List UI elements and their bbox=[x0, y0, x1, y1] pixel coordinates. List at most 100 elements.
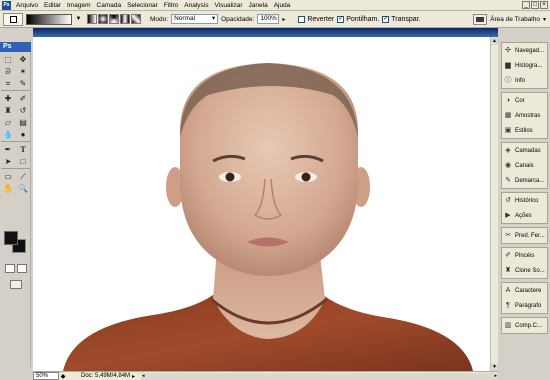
close-button[interactable]: × bbox=[540, 1, 548, 9]
lasso-tool-icon[interactable]: ᘐ bbox=[1, 66, 15, 77]
chevron-right-icon[interactable]: ▸ bbox=[132, 373, 135, 380]
screen-mode-icon[interactable] bbox=[10, 280, 22, 289]
menu-selecionar[interactable]: Selecionar bbox=[124, 0, 161, 11]
angle-gradient-button[interactable] bbox=[109, 14, 119, 24]
chevron-down-icon[interactable]: ▾ bbox=[543, 16, 546, 23]
hand-tool-icon[interactable]: ✋ bbox=[1, 183, 15, 194]
menu-filtro[interactable]: Filtro bbox=[161, 0, 181, 11]
panel-actions[interactable]: ▶ Ações bbox=[502, 208, 547, 223]
panel-color[interactable]: ◑ Cor bbox=[502, 93, 547, 108]
toolbox-logo[interactable]: Ps bbox=[0, 42, 31, 52]
foreground-color-swatch[interactable] bbox=[4, 231, 18, 245]
swatches-icon: ▦ bbox=[504, 111, 512, 119]
reflected-gradient-button[interactable] bbox=[120, 14, 130, 24]
panel-clone-source[interactable]: ♜ Clone So... bbox=[502, 263, 547, 278]
menu-camada[interactable]: Camada bbox=[94, 0, 125, 11]
quick-mask-icon[interactable] bbox=[17, 264, 27, 273]
scroll-down-icon[interactable]: ▼ bbox=[491, 363, 498, 371]
panel-paragraph[interactable]: ¶ Parágrafo bbox=[502, 298, 547, 313]
marquee-tool-icon[interactable]: ⬚ bbox=[1, 54, 15, 65]
dither-checkbox-box[interactable]: ✓ bbox=[337, 15, 345, 23]
panel-channels[interactable]: ◉ Canais bbox=[502, 158, 547, 173]
panel-history[interactable]: ↺ Histórico bbox=[502, 193, 547, 208]
panel-character[interactable]: A Caractere bbox=[502, 283, 547, 298]
panel-layer-comps[interactable]: ▥ Comp.C... bbox=[502, 318, 547, 333]
menu-visualizar[interactable]: Visualizar bbox=[211, 0, 245, 11]
move-tool-icon[interactable]: ✥ bbox=[16, 54, 30, 65]
clone-stamp-tool-icon[interactable]: ♜ bbox=[1, 105, 15, 116]
type-tool-icon[interactable]: T bbox=[16, 144, 30, 155]
blur-tool-icon[interactable]: 💧 bbox=[1, 129, 15, 140]
panel-histogram[interactable]: ▆ Histogra... bbox=[502, 58, 547, 73]
minimize-button[interactable]: _ bbox=[522, 1, 530, 9]
panel-tool-presets[interactable]: ✂ Pred. Fer... bbox=[502, 228, 547, 243]
status-menu-icon[interactable]: ◆ bbox=[59, 373, 67, 380]
palette-well-icon[interactable] bbox=[473, 14, 488, 25]
chevron-down-icon[interactable]: ▼ bbox=[75, 14, 82, 25]
vertical-scrollbar[interactable]: ▲ ▼ bbox=[490, 37, 498, 371]
reverse-checkbox-box[interactable] bbox=[298, 15, 306, 23]
options-bar: ▼ Modo: Normal ▾ Opacidade: 100% ▸ Rever… bbox=[0, 11, 550, 28]
reverse-checkbox[interactable]: Reverter bbox=[298, 15, 334, 23]
menu-editar[interactable]: Editar bbox=[41, 0, 64, 11]
pen-tool-icon[interactable]: ✒ bbox=[1, 144, 15, 155]
panel-swatches[interactable]: ▦ Amostras bbox=[502, 108, 547, 123]
scroll-left-icon[interactable]: ◂ bbox=[142, 373, 145, 380]
panel-styles[interactable]: ▣ Estilos bbox=[502, 123, 547, 138]
magic-wand-tool-icon[interactable]: ✶ bbox=[16, 66, 30, 77]
standard-mode-icon[interactable] bbox=[5, 264, 15, 273]
tool-preset-icon bbox=[9, 15, 17, 23]
notes-tool-icon[interactable]: ▭ bbox=[1, 171, 15, 182]
panel-label: Pincéis bbox=[515, 252, 535, 259]
brush-tool-icon[interactable]: ✐ bbox=[16, 93, 30, 104]
transparency-checkbox[interactable]: ✓ Transpar. bbox=[382, 15, 421, 23]
healing-brush-tool-icon[interactable]: ✚ bbox=[1, 93, 15, 104]
menu-janela[interactable]: Janela bbox=[246, 0, 271, 11]
menu-ajuda[interactable]: Ajuda bbox=[271, 0, 294, 11]
workspace-menu[interactable]: Área de Trabalho bbox=[490, 16, 540, 23]
panel-brushes[interactable]: ✐ Pincéis bbox=[502, 248, 547, 263]
tool-preset-picker[interactable] bbox=[3, 12, 23, 26]
radial-gradient-button[interactable] bbox=[98, 14, 108, 24]
document-titlebar[interactable] bbox=[33, 28, 498, 37]
diamond-gradient-button[interactable] bbox=[131, 14, 141, 24]
scroll-right-icon[interactable]: ▸ bbox=[494, 373, 497, 380]
linear-gradient-button[interactable] bbox=[87, 14, 97, 24]
panel-info[interactable]: ⓘ Info bbox=[502, 73, 547, 88]
photo bbox=[63, 63, 473, 371]
dither-checkbox[interactable]: ✓ Pontilham. bbox=[337, 15, 379, 23]
panel-group: ▥ Comp.C... bbox=[501, 317, 548, 334]
path-selection-tool-icon[interactable]: ➤ bbox=[1, 156, 15, 167]
zoom-field[interactable]: 50% bbox=[33, 372, 59, 380]
panel-label: Estilos bbox=[515, 127, 533, 134]
menu-arquivo[interactable]: Arquivo bbox=[13, 0, 41, 11]
transparency-checkbox-box[interactable]: ✓ bbox=[382, 15, 390, 23]
maximize-button[interactable]: □ bbox=[531, 1, 539, 9]
horizontal-scrollbar[interactable]: ◂ ▸ bbox=[141, 372, 498, 380]
mode-select[interactable]: Normal ▾ bbox=[171, 14, 219, 24]
canvas[interactable] bbox=[33, 37, 490, 371]
gradient-picker[interactable] bbox=[26, 13, 72, 25]
opacity-field[interactable]: 100% bbox=[257, 14, 280, 24]
menu-imagem[interactable]: Imagem bbox=[64, 0, 93, 11]
shape-tool-icon[interactable]: □ bbox=[16, 156, 30, 167]
gradient-tool-icon[interactable]: ▤ bbox=[16, 117, 30, 128]
dodge-tool-icon[interactable]: ● bbox=[16, 129, 30, 140]
panel-label: Navegad... bbox=[515, 47, 545, 54]
eyedropper-tool-icon[interactable]: ⟋ bbox=[16, 171, 30, 182]
chevron-right-icon[interactable]: ▸ bbox=[282, 16, 285, 23]
eraser-tool-icon[interactable]: ▱ bbox=[1, 117, 15, 128]
zoom-tool-icon[interactable]: 🔍 bbox=[16, 183, 30, 194]
panel-dock: ✣ Navegad... ▆ Histogra... ⓘ Info ◑ Cor ▦ Amo… bbox=[500, 42, 550, 372]
history-brush-tool-icon[interactable]: ↺ bbox=[16, 105, 30, 116]
panel-layers[interactable]: ◈ Camadas bbox=[502, 143, 547, 158]
slice-tool-icon[interactable]: ✎ bbox=[16, 78, 30, 89]
chevron-down-icon: ▾ bbox=[211, 15, 216, 22]
menu-analysis[interactable]: Analysis bbox=[181, 0, 211, 11]
scroll-up-icon[interactable]: ▲ bbox=[491, 37, 498, 45]
panel-label: Amostras bbox=[515, 112, 541, 119]
panel-paths[interactable]: ✎ Demarca... bbox=[502, 173, 547, 188]
panel-navigator[interactable]: ✣ Navegad... bbox=[502, 43, 547, 58]
crop-tool-icon[interactable]: ⌗ bbox=[1, 78, 15, 89]
styles-icon: ▣ bbox=[504, 126, 512, 134]
